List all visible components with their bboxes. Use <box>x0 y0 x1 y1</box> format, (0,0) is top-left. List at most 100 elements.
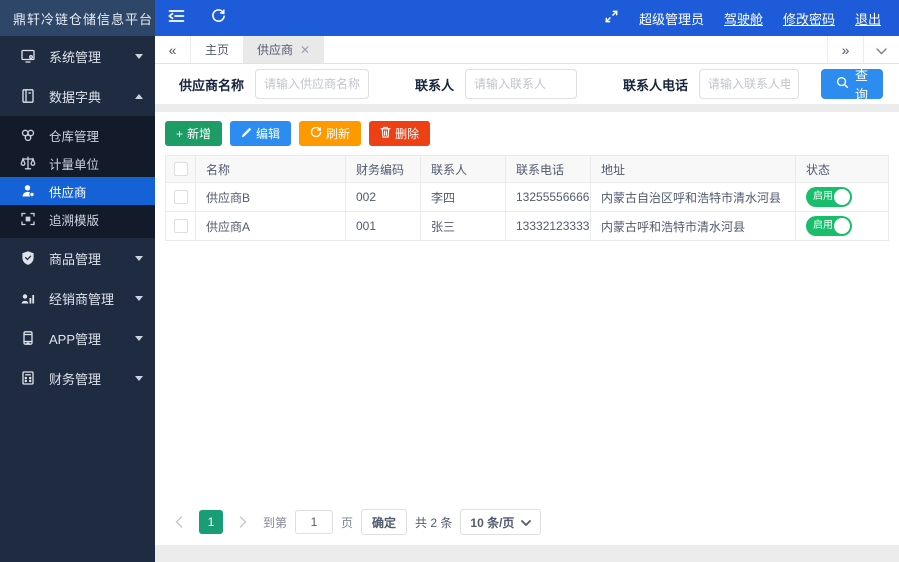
column-header-code[interactable]: 财务编码 <box>346 156 421 183</box>
field-label: 供应商名称 <box>179 75 244 94</box>
search-icon <box>836 76 849 92</box>
sidebar-item-app-management[interactable]: APP管理 <box>0 318 155 358</box>
chevron-down-icon <box>135 54 143 59</box>
sidebar-item-label: 财务管理 <box>49 369 135 388</box>
page-number-button[interactable]: 1 <box>199 510 223 534</box>
sidebar-item-goods-management[interactable]: 商品管理 <box>0 238 155 278</box>
cell-phone: 13332123333 <box>506 212 591 241</box>
logout-link[interactable]: 退出 <box>855 9 881 28</box>
change-password-link[interactable]: 修改密码 <box>783 9 835 28</box>
row-checkbox[interactable] <box>174 219 188 233</box>
page-size-select[interactable]: 10 条/页 <box>460 509 541 535</box>
fullscreen-icon <box>604 9 619 27</box>
tabs-scroll-right-button[interactable]: » <box>827 36 863 63</box>
refresh-icon <box>211 8 226 28</box>
sidebar-item-supplier[interactable]: 供应商 <box>0 177 155 205</box>
cell-contact: 张三 <box>421 212 506 241</box>
chevron-down-icon <box>135 376 143 381</box>
cell-phone: 13255556666 <box>506 183 591 212</box>
sidebar-item-finance-management[interactable]: 财务管理 <box>0 358 155 398</box>
status-toggle[interactable]: 启用 <box>806 187 852 207</box>
jump-page-input[interactable] <box>295 510 333 534</box>
sidebar-item-label: 计量单位 <box>49 154 143 173</box>
cell-code: 002 <box>346 183 421 212</box>
tab-label: 供应商 <box>257 41 293 58</box>
sidebar-item-label: 经销商管理 <box>49 289 135 308</box>
monitor-icon <box>20 48 36 64</box>
add-button-label: 新增 <box>187 125 211 142</box>
sidebar-item-label: APP管理 <box>49 329 135 348</box>
sidebar-item-warehouse-management[interactable]: 仓库管理 <box>0 121 155 149</box>
search-button[interactable]: 查询 <box>821 69 883 99</box>
jump-suffix-label: 页 <box>341 514 353 531</box>
data-dictionary-submenu: 仓库管理 计量单位 供应商 <box>0 116 155 238</box>
table-row[interactable]: 供应商A 001 张三 13332123333 内蒙古呼和浩特市清水河县 启用 <box>166 212 889 241</box>
add-button[interactable]: +新增 <box>165 121 222 146</box>
sidebar-item-dealer-management[interactable]: 经销商管理 <box>0 278 155 318</box>
cell-code: 001 <box>346 212 421 241</box>
jump-prefix-label: 到第 <box>263 514 287 531</box>
status-toggle[interactable]: 启用 <box>806 216 852 236</box>
app-title: 鼎轩冷链仓储信息平台 <box>0 0 155 36</box>
fullscreen-button[interactable] <box>604 0 619 36</box>
edit-button-label: 编辑 <box>256 125 280 142</box>
refresh-button[interactable]: 刷新 <box>299 121 361 146</box>
sidebar-collapse-button[interactable] <box>155 0 198 36</box>
tabs-menu-button[interactable] <box>863 36 899 63</box>
sidebar-item-trace-template[interactable]: 追溯模版 <box>0 205 155 233</box>
search-field-contact: 联系人 <box>415 69 577 99</box>
table-header-row: 名称 财务编码 联系人 联系电话 地址 状态 <box>166 156 889 183</box>
tab-home[interactable]: 主页 <box>191 36 243 63</box>
supplier-name-input[interactable] <box>255 69 369 99</box>
cell-contact: 李四 <box>421 183 506 212</box>
double-chevron-left-icon: « <box>169 42 177 58</box>
close-icon[interactable]: ✕ <box>300 44 310 56</box>
next-page-button[interactable] <box>231 510 255 534</box>
sidebar-item-measure-unit[interactable]: 计量单位 <box>0 149 155 177</box>
column-header-name[interactable]: 名称 <box>196 156 346 183</box>
shield-icon <box>20 250 36 266</box>
trash-icon <box>380 126 391 141</box>
tabbar: « 主页 供应商 ✕ » <box>155 36 899 64</box>
status-label: 启用 <box>813 191 833 202</box>
menu-fold-icon <box>168 9 185 28</box>
delete-button[interactable]: 删除 <box>369 121 430 146</box>
tab-label: 主页 <box>205 41 229 58</box>
jump-confirm-button[interactable]: 确定 <box>361 509 407 535</box>
search-panel: 供应商名称 联系人 联系人电话 查询 <box>155 64 899 104</box>
column-header-status[interactable]: 状态 <box>796 156 889 183</box>
sidebar-item-system-management[interactable]: 系统管理 <box>0 36 155 76</box>
column-header-address[interactable]: 地址 <box>591 156 796 183</box>
table-row[interactable]: 供应商B 002 李四 13255556666 内蒙古自治区呼和浩特市清水河县 … <box>166 183 889 212</box>
sidebar-item-label: 追溯模版 <box>49 210 143 229</box>
status-label: 启用 <box>813 220 833 231</box>
table-toolbar: +新增 编辑 刷新 <box>165 121 889 146</box>
toggle-knob <box>834 218 850 234</box>
refresh-icon <box>310 126 322 141</box>
row-checkbox[interactable] <box>174 190 188 204</box>
page-refresh-button[interactable] <box>198 0 239 36</box>
tabs-scroll-left-button[interactable]: « <box>155 36 191 63</box>
double-chevron-right-icon: » <box>842 42 850 58</box>
contact-phone-input[interactable] <box>699 69 799 99</box>
prev-page-button[interactable] <box>167 510 191 534</box>
edit-button[interactable]: 编辑 <box>230 121 291 146</box>
search-field-contact-phone: 联系人电话 <box>623 69 799 99</box>
cockpit-link[interactable]: 驾驶舱 <box>724 9 763 28</box>
sidebar-item-label: 系统管理 <box>49 47 135 66</box>
chevron-down-icon <box>135 296 143 301</box>
supplier-table-card: +新增 编辑 刷新 <box>155 112 899 545</box>
user-role-label[interactable]: 超级管理员 <box>639 9 704 28</box>
column-header-contact[interactable]: 联系人 <box>421 156 506 183</box>
chevron-down-icon <box>876 42 887 58</box>
topbar-right: 超级管理员 驾驶舱 修改密码 退出 <box>604 0 899 36</box>
search-button-label: 查询 <box>855 65 868 103</box>
select-all-checkbox[interactable] <box>174 162 188 176</box>
cell-name: 供应商A <box>196 212 346 241</box>
sidebar-item-data-dictionary[interactable]: 数据字典 <box>0 76 155 116</box>
sidebar: 系统管理 数据字典 仓库管理 <box>0 36 155 562</box>
tab-supplier[interactable]: 供应商 ✕ <box>243 36 324 63</box>
contact-input[interactable] <box>465 69 577 99</box>
calculator-icon <box>20 370 36 386</box>
column-header-phone[interactable]: 联系电话 <box>506 156 591 183</box>
